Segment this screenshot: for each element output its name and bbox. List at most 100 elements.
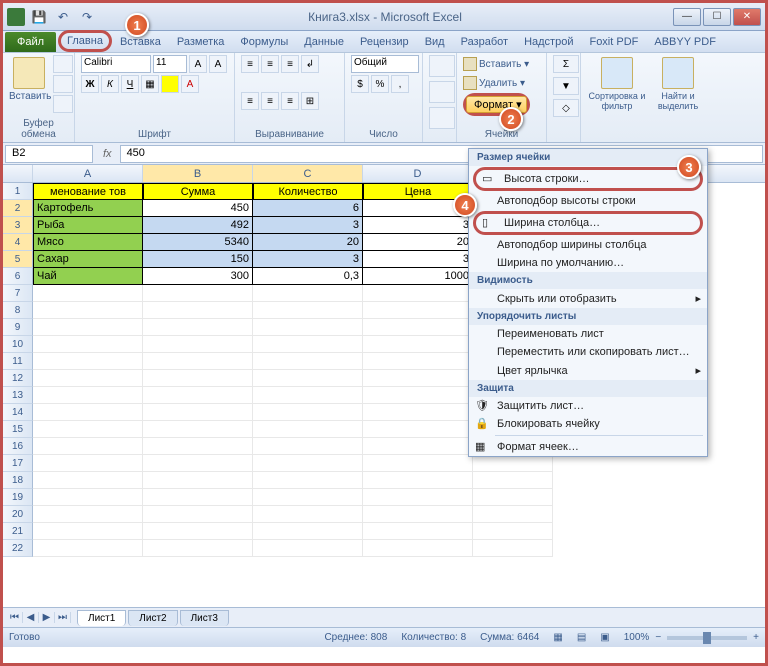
tab-addins[interactable]: Надстрой bbox=[516, 32, 581, 52]
cell[interactable]: 492 bbox=[143, 217, 253, 234]
cell[interactable] bbox=[143, 302, 253, 319]
underline-button[interactable]: Ч bbox=[121, 75, 139, 93]
zoom-level[interactable]: 100% bbox=[624, 632, 650, 643]
sheet-next-button[interactable]: ▶ bbox=[39, 612, 55, 623]
wrap-text-button[interactable]: ↲ bbox=[301, 55, 319, 73]
menu-autofit-col[interactable]: Автоподбор ширины столбца bbox=[469, 236, 707, 254]
menu-move[interactable]: Переместить или скопировать лист… bbox=[469, 343, 707, 361]
undo-icon[interactable]: ↶ bbox=[53, 8, 73, 26]
zoom-in-button[interactable]: + bbox=[753, 632, 759, 643]
cell[interactable] bbox=[363, 370, 473, 387]
cell[interactable]: Картофель bbox=[33, 200, 143, 217]
cell[interactable] bbox=[253, 387, 363, 404]
cell[interactable] bbox=[363, 506, 473, 523]
cell[interactable] bbox=[363, 455, 473, 472]
cell[interactable] bbox=[363, 285, 473, 302]
cell[interactable] bbox=[253, 506, 363, 523]
cell[interactable] bbox=[143, 489, 253, 506]
cell[interactable]: 20 bbox=[363, 234, 473, 251]
currency-button[interactable]: $ bbox=[351, 75, 369, 93]
cell[interactable]: 150 bbox=[143, 251, 253, 268]
cell[interactable] bbox=[33, 472, 143, 489]
cell[interactable] bbox=[253, 319, 363, 336]
cell[interactable] bbox=[143, 438, 253, 455]
copy-button[interactable] bbox=[53, 75, 73, 93]
font-name-select[interactable]: Calibri bbox=[81, 55, 151, 73]
insert-cells-button[interactable]: Вставить ▾ bbox=[463, 55, 529, 73]
shrink-font-button[interactable]: A bbox=[209, 55, 227, 73]
border-button[interactable]: ▦ bbox=[141, 75, 159, 93]
cell[interactable]: 3 bbox=[253, 251, 363, 268]
sheet-prev-button[interactable]: ◀ bbox=[23, 612, 39, 623]
cell[interactable] bbox=[363, 523, 473, 540]
menu-col-width[interactable]: ▯Ширина столбца… bbox=[476, 214, 700, 232]
cell[interactable] bbox=[33, 455, 143, 472]
cell[interactable] bbox=[253, 285, 363, 302]
percent-button[interactable]: % bbox=[371, 75, 389, 93]
header-cell[interactable]: Сумма bbox=[143, 183, 253, 200]
sheet-tab-1[interactable]: Лист1 bbox=[77, 610, 126, 626]
cell[interactable]: Мясо bbox=[33, 234, 143, 251]
cell[interactable]: 3 bbox=[363, 251, 473, 268]
cell[interactable] bbox=[253, 421, 363, 438]
delete-cells-button[interactable]: Удалить ▾ bbox=[463, 74, 525, 92]
font-size-select[interactable]: 11 bbox=[153, 55, 187, 73]
cell[interactable]: 450 bbox=[143, 200, 253, 217]
cell[interactable] bbox=[143, 455, 253, 472]
cell[interactable] bbox=[363, 387, 473, 404]
col-a[interactable]: A bbox=[33, 165, 143, 182]
cell[interactable] bbox=[253, 353, 363, 370]
menu-row-height[interactable]: ▭Высота строки… bbox=[476, 170, 700, 188]
tab-layout[interactable]: Разметка bbox=[169, 32, 233, 52]
maximize-button[interactable]: ☐ bbox=[703, 8, 731, 26]
align-right-button[interactable]: ≡ bbox=[281, 92, 299, 110]
sheet-tab-2[interactable]: Лист2 bbox=[128, 610, 177, 626]
cond-format-button[interactable] bbox=[429, 55, 455, 77]
cell[interactable] bbox=[33, 353, 143, 370]
cell[interactable] bbox=[253, 302, 363, 319]
menu-format-cells[interactable]: ▦Формат ячеек… bbox=[469, 438, 707, 456]
tab-review[interactable]: Рецензир bbox=[352, 32, 417, 52]
cell[interactable] bbox=[143, 421, 253, 438]
name-box[interactable]: B2 bbox=[5, 145, 93, 163]
col-b[interactable]: B bbox=[143, 165, 253, 182]
save-icon[interactable]: 💾 bbox=[29, 8, 49, 26]
cell[interactable] bbox=[33, 404, 143, 421]
align-top-button[interactable]: ≡ bbox=[241, 55, 259, 73]
view-break-button[interactable]: ▣ bbox=[600, 632, 609, 643]
cell[interactable]: Сахар bbox=[33, 251, 143, 268]
menu-autofit-row[interactable]: Автоподбор высоты строки bbox=[469, 192, 707, 210]
cell[interactable] bbox=[33, 319, 143, 336]
cell[interactable] bbox=[253, 336, 363, 353]
col-d[interactable]: D bbox=[363, 165, 473, 182]
tab-developer[interactable]: Разработ bbox=[453, 32, 516, 52]
cell[interactable] bbox=[363, 302, 473, 319]
cell[interactable] bbox=[33, 302, 143, 319]
cell[interactable] bbox=[253, 523, 363, 540]
select-all-corner[interactable] bbox=[3, 165, 33, 182]
sort-filter-button[interactable]: Сортировка и фильтр bbox=[587, 55, 647, 111]
fill-button[interactable]: ▼ bbox=[553, 77, 579, 95]
align-bottom-button[interactable]: ≡ bbox=[281, 55, 299, 73]
format-painter-button[interactable] bbox=[53, 95, 73, 113]
comma-button[interactable]: , bbox=[391, 75, 409, 93]
cell[interactable] bbox=[143, 387, 253, 404]
cell[interactable] bbox=[33, 523, 143, 540]
col-c[interactable]: C bbox=[253, 165, 363, 182]
font-color-button[interactable]: A bbox=[181, 75, 199, 93]
cut-button[interactable] bbox=[53, 55, 73, 73]
cell[interactable] bbox=[363, 540, 473, 557]
cell[interactable]: 6 bbox=[253, 200, 363, 217]
menu-hide[interactable]: Скрыть или отобразить▸ bbox=[469, 289, 707, 308]
tab-foxit[interactable]: Foxit PDF bbox=[581, 32, 646, 52]
tab-data[interactable]: Данные bbox=[296, 32, 352, 52]
cell[interactable] bbox=[143, 523, 253, 540]
cell[interactable]: 0,3 bbox=[253, 268, 363, 285]
cell[interactable] bbox=[363, 336, 473, 353]
menu-protect[interactable]: 🛡Защитить лист… bbox=[469, 397, 707, 415]
sheet-last-button[interactable]: ⏭ bbox=[55, 612, 71, 623]
cell[interactable]: Рыба bbox=[33, 217, 143, 234]
merge-button[interactable]: ⊞ bbox=[301, 92, 319, 110]
view-normal-button[interactable]: ▦ bbox=[553, 632, 562, 643]
cell[interactable]: 3 bbox=[253, 217, 363, 234]
